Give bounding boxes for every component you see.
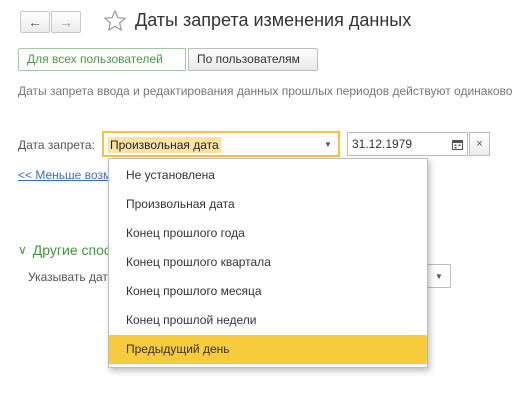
tab-by-users[interactable]: По пользователям	[188, 48, 318, 71]
dropdown-item-not-set[interactable]: Не установлена	[109, 161, 427, 190]
star-icon[interactable]	[103, 9, 127, 33]
date-label: Дата запрета:	[18, 138, 95, 152]
tab-all-users[interactable]: Для всех пользователей	[18, 48, 186, 71]
date-type-value: Произвольная дата	[108, 137, 221, 153]
chevron-down-icon: ∨	[18, 243, 27, 257]
date-input[interactable]	[347, 132, 448, 156]
close-icon: ×	[476, 138, 483, 150]
dropdown-item-arbitrary-date[interactable]: Произвольная дата	[109, 190, 427, 219]
less-options-link[interactable]: << Меньше возможностей	[18, 168, 108, 182]
other-methods-section[interactable]: ∨ Другие способы	[18, 242, 118, 258]
specify-date-label: Указывать дату	[28, 270, 108, 284]
date-type-dropdown: Не установлена Произвольная дата Конец п…	[108, 158, 428, 368]
chevron-down-icon[interactable]: ▼	[318, 133, 338, 155]
dropdown-item-end-of-last-quarter[interactable]: Конец прошлого квартала	[109, 248, 427, 277]
calendar-button[interactable]	[447, 132, 468, 156]
section-title: Другие способы	[32, 242, 118, 258]
dropdown-item-previous-day[interactable]: Предыдущий день	[109, 335, 427, 364]
chevron-down-icon: ▼	[435, 271, 443, 281]
dropdown-item-end-of-last-week[interactable]: Конец прошлой недели	[109, 306, 427, 335]
secondary-select-button[interactable]: ▼	[427, 264, 451, 288]
dropdown-item-end-of-last-month[interactable]: Конец прошлого месяца	[109, 277, 427, 306]
page: ← → Даты запрета изменения данных Для вс…	[0, 0, 515, 400]
back-button[interactable]: ←	[20, 11, 50, 33]
arrow-left-icon: ←	[28, 14, 42, 30]
date-type-select[interactable]: Произвольная дата ▼	[102, 131, 340, 157]
page-title: Даты запрета изменения данных	[135, 10, 412, 30]
clear-button[interactable]: ×	[469, 132, 490, 156]
forward-button[interactable]: →	[51, 11, 81, 33]
dropdown-item-end-of-last-year[interactable]: Конец прошлого года	[109, 219, 427, 248]
arrow-right-icon: →	[59, 14, 73, 30]
info-text: Даты запрета ввода и редактирования данн…	[18, 84, 515, 98]
calendar-icon	[451, 139, 463, 150]
